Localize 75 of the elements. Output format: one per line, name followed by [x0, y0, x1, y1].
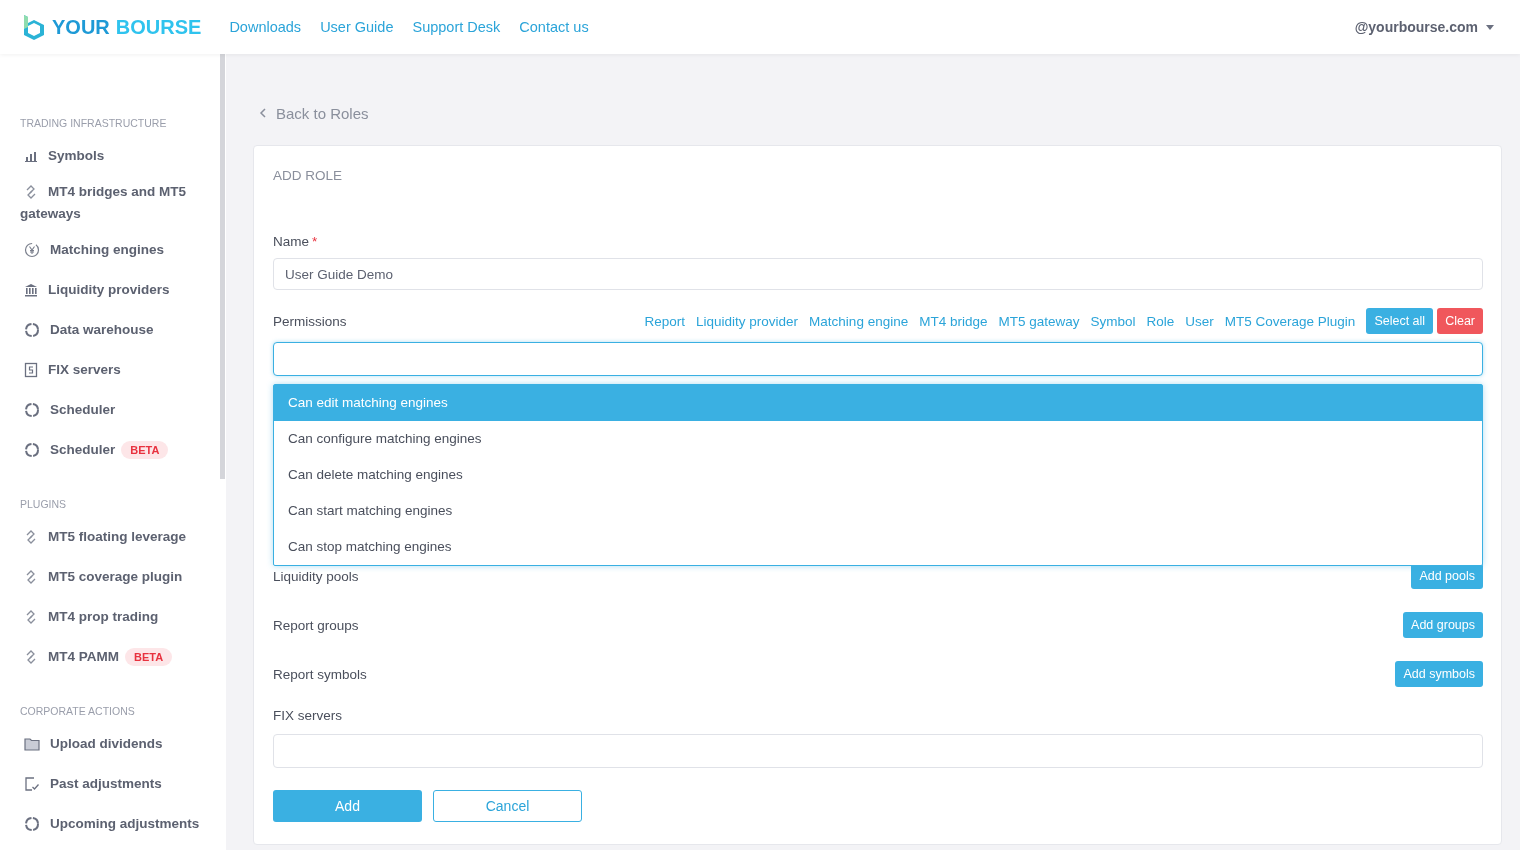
dropdown-option[interactable]: Can edit matching engines	[274, 385, 1482, 421]
permissions-search-field[interactable]	[273, 342, 1483, 376]
sidebar-item[interactable]: Past adjustments	[20, 764, 200, 804]
sidebar-item[interactable]: Scheduler BETA	[20, 430, 200, 470]
sidebar-item[interactable]: MT5 floating leverage	[20, 517, 200, 557]
select-all-button[interactable]: Select all	[1366, 308, 1434, 334]
sidebar-item[interactable]: FIX servers	[20, 350, 200, 390]
dropdown-option[interactable]: Can start matching engines	[274, 493, 1482, 529]
beta-badge: BETA	[121, 441, 169, 459]
circle-icon	[24, 442, 40, 458]
add-button[interactable]: Add groups	[1403, 612, 1483, 638]
sidebar-item[interactable]: MT5 coverage plugin	[20, 557, 200, 597]
form-title: ADD ROLE	[273, 168, 343, 183]
bar-chart-icon	[24, 149, 38, 163]
chevron-left-icon	[259, 108, 266, 118]
filter-link[interactable]: User	[1185, 313, 1214, 329]
field-label: Name *	[273, 234, 318, 249]
bank-icon	[24, 283, 38, 297]
dropdown-option[interactable]: Can configure matching engines	[274, 421, 1482, 457]
dropdown-option[interactable]: Can delete matching engines	[274, 457, 1482, 493]
circle-icon	[24, 322, 40, 338]
checked-document-icon	[24, 776, 40, 792]
link-icon	[24, 185, 38, 200]
sidebar-item[interactable]: Upload dividends	[20, 724, 200, 764]
document-icon	[24, 362, 38, 378]
filter-link[interactable]: Role	[1146, 313, 1175, 329]
beta-badge: BETA	[125, 648, 173, 666]
sidebar-item[interactable]: Matching engines	[20, 230, 200, 270]
back-link[interactable]: Back to Roles	[259, 104, 369, 122]
sidebar-item[interactable]: Data warehouse	[20, 310, 200, 350]
sidebar-item[interactable]: MT4 bridges and MT5 gateways	[20, 176, 200, 230]
circle-icon	[24, 402, 40, 418]
nav-link[interactable]: Contact us	[519, 19, 589, 35]
sidebar-item[interactable]: Symbols	[20, 136, 200, 176]
add-button[interactable]: Add symbols	[1395, 661, 1483, 687]
nav-link[interactable]: User Guide	[320, 19, 394, 35]
filter-link[interactable]: MT4 bridge	[919, 313, 988, 329]
section-heading: PLUGINS	[20, 498, 67, 510]
filter-link[interactable]: MT5 Coverage Plugin	[1224, 313, 1356, 329]
nav-link[interactable]: Downloads	[229, 19, 302, 35]
sidebar-item[interactable]: Upcoming adjustments	[20, 804, 200, 844]
link-icon	[24, 610, 38, 624]
caret-icon	[1486, 24, 1494, 30]
cancel-button[interactable]: Cancel	[433, 790, 582, 822]
filter-link[interactable]: Symbol	[1090, 313, 1136, 329]
clear-button[interactable]: Clear	[1437, 308, 1483, 334]
sidebar-item[interactable]: Liquidity providers	[20, 270, 200, 310]
field-label: Liquidity pools	[273, 568, 359, 584]
section-heading: CORPORATE ACTIONS	[20, 705, 135, 717]
folder-icon	[24, 737, 40, 751]
field-label: Report symbols	[273, 666, 367, 682]
fix-servers-field[interactable]	[273, 734, 1483, 768]
circle-icon	[24, 816, 40, 832]
user-menu[interactable]: @yourbourse.com	[1354, 19, 1494, 35]
link-icon	[24, 530, 38, 544]
filter-link[interactable]: MT5 gateway	[998, 313, 1080, 329]
link-icon	[24, 570, 38, 584]
link-icon	[24, 650, 38, 664]
add-button[interactable]: Add	[273, 790, 422, 822]
nav-link[interactable]: Support Desk	[412, 19, 501, 35]
field-label: FIX servers	[273, 708, 342, 723]
name-field[interactable]: User Guide Demo	[273, 258, 1483, 290]
section-heading: TRADING INFRASTRUCTURE	[20, 117, 167, 129]
sidebar-item[interactable]: Scheduler	[20, 390, 200, 430]
yen-coin-icon	[24, 242, 40, 258]
scrollbar[interactable]	[220, 54, 225, 479]
sidebar-item[interactable]: MT4 PAMM BETA	[20, 637, 200, 677]
filter-link[interactable]: Liquidity provider	[696, 313, 799, 329]
field-label: Permissions	[273, 313, 347, 329]
logo[interactable]: YOUR BOURSE	[22, 13, 202, 41]
filter-link[interactable]: Report	[644, 313, 686, 329]
field-label: Report groups	[273, 617, 359, 633]
sidebar-item[interactable]: MT4 prop trading	[20, 597, 200, 637]
filter-link[interactable]: Matching engine	[809, 313, 909, 329]
dropdown-option[interactable]: Can stop matching engines	[274, 529, 1482, 565]
